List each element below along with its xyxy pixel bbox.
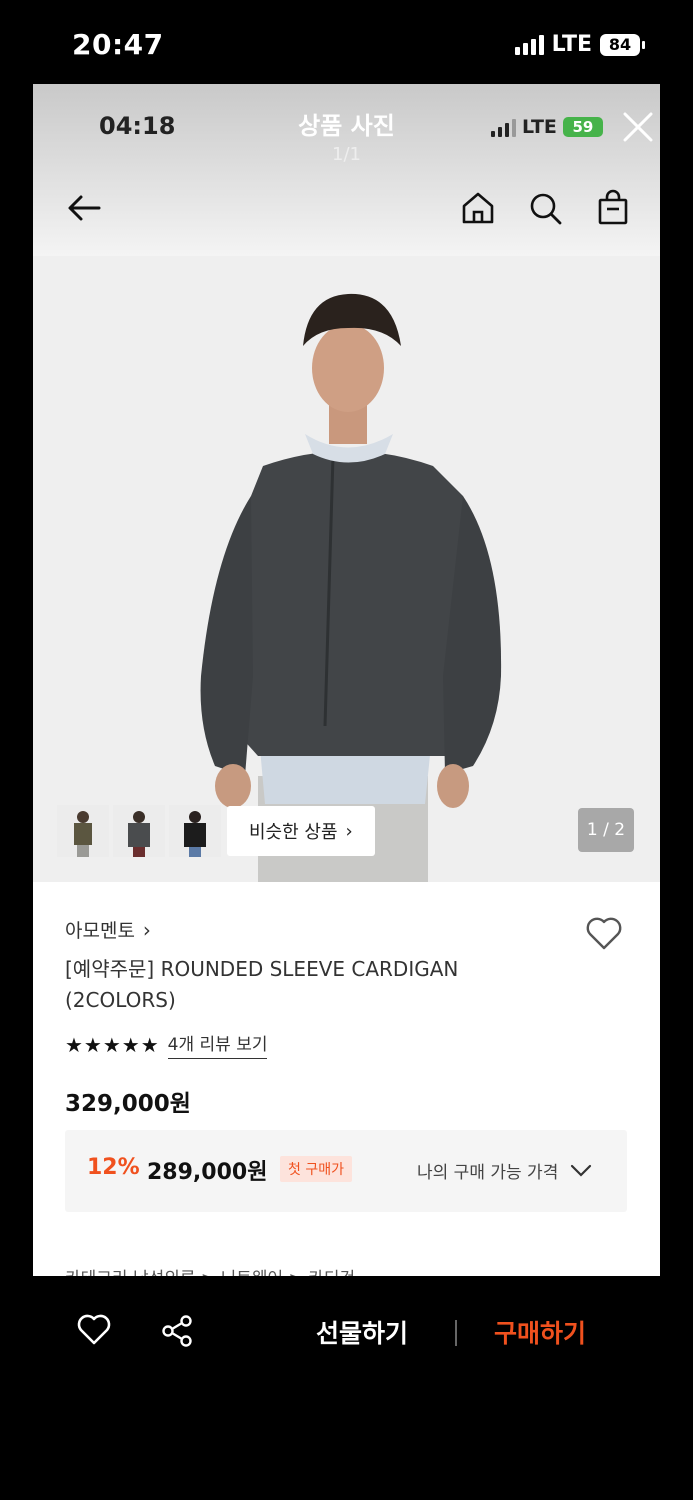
battery-level: 84: [600, 33, 640, 56]
viewer-title: 상품 사진: [298, 112, 395, 140]
divider: [455, 1320, 457, 1346]
chevron-right-icon: ›: [142, 917, 151, 942]
chevron-down-icon: [571, 1164, 592, 1177]
product-photo-viewer: 04:18 LTE 59 상품 사진 1/1 비슷한 상품 › 1 / 2 아모…: [33, 84, 660, 1276]
thumbnail-3[interactable]: [169, 805, 221, 857]
share-icon[interactable]: [160, 1314, 194, 1348]
thumbnail-2[interactable]: [113, 805, 165, 857]
brand-name: 아모멘토: [65, 920, 135, 942]
product-image[interactable]: [33, 256, 660, 882]
thumbnail-strip: 비슷한 상품 ›: [57, 805, 375, 857]
close-icon[interactable]: [621, 110, 655, 144]
signal-icon: [514, 34, 544, 55]
product-title: [예약주문] ROUNDED SLEEVE CARDIGAN (2COLORS): [65, 957, 459, 1012]
heart-icon[interactable]: [76, 1314, 112, 1346]
image-page-indicator: 1 / 2: [578, 808, 634, 852]
device-time: 20:47: [72, 28, 164, 61]
rating-row: ★★★★★ 4개 리뷰 보기: [65, 1030, 268, 1059]
search-icon[interactable]: [525, 188, 565, 228]
buy-button[interactable]: 구매하기: [494, 1314, 586, 1350]
viewer-header: 04:18 LTE 59 상품 사진 1/1: [33, 84, 660, 256]
chevron-right-icon: ›: [345, 820, 353, 842]
review-link[interactable]: 4개 리뷰 보기: [167, 1030, 268, 1059]
star-rating: ★★★★★: [65, 1032, 160, 1057]
original-price: 329,000원: [65, 1091, 191, 1117]
my-price-label: 나의 구매 가능 가격: [417, 1163, 559, 1183]
discount-rate: 12%: [87, 1155, 140, 1180]
heart-icon[interactable]: [584, 914, 624, 952]
similar-products-button[interactable]: 비슷한 상품 ›: [227, 806, 375, 856]
brand-link[interactable]: 아모멘토 ›: [65, 916, 151, 943]
battery-icon: 84: [600, 33, 645, 56]
arrow-left-icon[interactable]: [65, 188, 105, 228]
home-icon[interactable]: [458, 188, 498, 228]
thumbnail-1[interactable]: [57, 805, 109, 857]
network-label: LTE: [551, 32, 592, 57]
device-status-icons: LTE 84: [514, 32, 645, 57]
gift-button[interactable]: 선물하기: [316, 1314, 408, 1350]
discount-price-box[interactable]: 12% 289,000원 첫 구매가 나의 구매 가능 가격: [65, 1130, 627, 1212]
similar-products-label: 비슷한 상품: [249, 822, 338, 843]
bottom-action-bar: 선물하기 구매하기: [0, 1276, 693, 1386]
discount-price: 289,000원: [147, 1160, 268, 1185]
my-price-toggle[interactable]: 나의 구매 가능 가격: [417, 1158, 592, 1183]
category-breadcrumb: 카테고리 남성의류 > 니트웨어 > 카디건: [65, 1264, 355, 1276]
first-purchase-badge: 첫 구매가: [280, 1156, 352, 1182]
shopping-bag-icon[interactable]: [593, 188, 633, 228]
viewer-counter: 1/1: [332, 144, 361, 165]
device-status-bar: 20:47 LTE 84: [0, 0, 693, 84]
